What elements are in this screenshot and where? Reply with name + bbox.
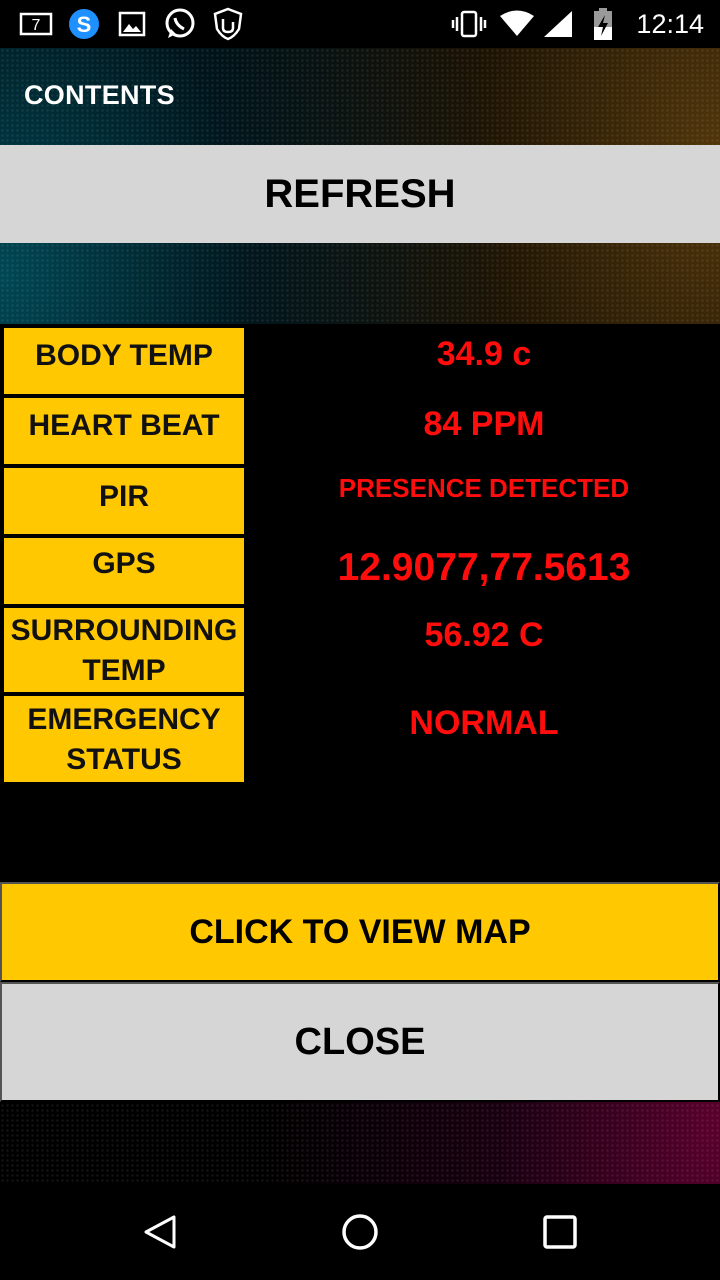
hand-shield-icon — [210, 0, 246, 48]
view-map-button[interactable]: CLICK TO VIEW MAP — [0, 882, 720, 982]
recents-icon[interactable] — [510, 1184, 610, 1280]
pir-value: PRESENCE DETECTED — [338, 473, 630, 503]
surrounding-temp-value: 56.92 C — [424, 616, 544, 654]
gps-value: 12.9077,77.5613 — [337, 546, 631, 589]
home-icon[interactable] — [310, 1184, 410, 1280]
skype-icon: S — [66, 0, 102, 48]
gps-label: GPS — [4, 538, 244, 604]
vibrate-icon — [450, 0, 488, 48]
calendar-day: 7 — [32, 17, 41, 34]
battery-charging-icon — [590, 0, 616, 48]
image-icon — [116, 0, 148, 48]
whatsapp-icon — [162, 0, 198, 48]
heart-beat-label: HEART BEAT — [4, 398, 244, 464]
body-temp-value: 34.9 c — [436, 335, 532, 373]
refresh-button[interactable]: REFRESH — [0, 145, 720, 243]
close-button[interactable]: CLOSE — [0, 982, 720, 1102]
emergency-status-value: NORMAL — [409, 704, 559, 742]
clock: 12:14 — [636, 9, 704, 39]
wifi-icon — [498, 0, 536, 48]
svg-text:S: S — [77, 12, 92, 37]
pir-label: PIR — [4, 468, 244, 534]
calendar-icon: 7 — [18, 0, 54, 48]
navigation-bar — [0, 1184, 720, 1280]
emergency-status-label: EMERGENCY STATUS — [4, 696, 244, 782]
body-temp-label: BODY TEMP — [4, 328, 244, 394]
page-title: CONTENTS — [24, 80, 175, 110]
heart-beat-value: 84 PPM — [423, 405, 545, 443]
surrounding-temp-label: SURROUNDING TEMP — [4, 608, 244, 692]
back-icon[interactable] — [110, 1184, 210, 1280]
status-bar: 7 S 12:14 — [0, 0, 720, 48]
signal-icon — [540, 0, 576, 48]
readings-panel: BODY TEMP 34.9 c HEART BEAT 84 PPM PIR P… — [0, 324, 720, 882]
